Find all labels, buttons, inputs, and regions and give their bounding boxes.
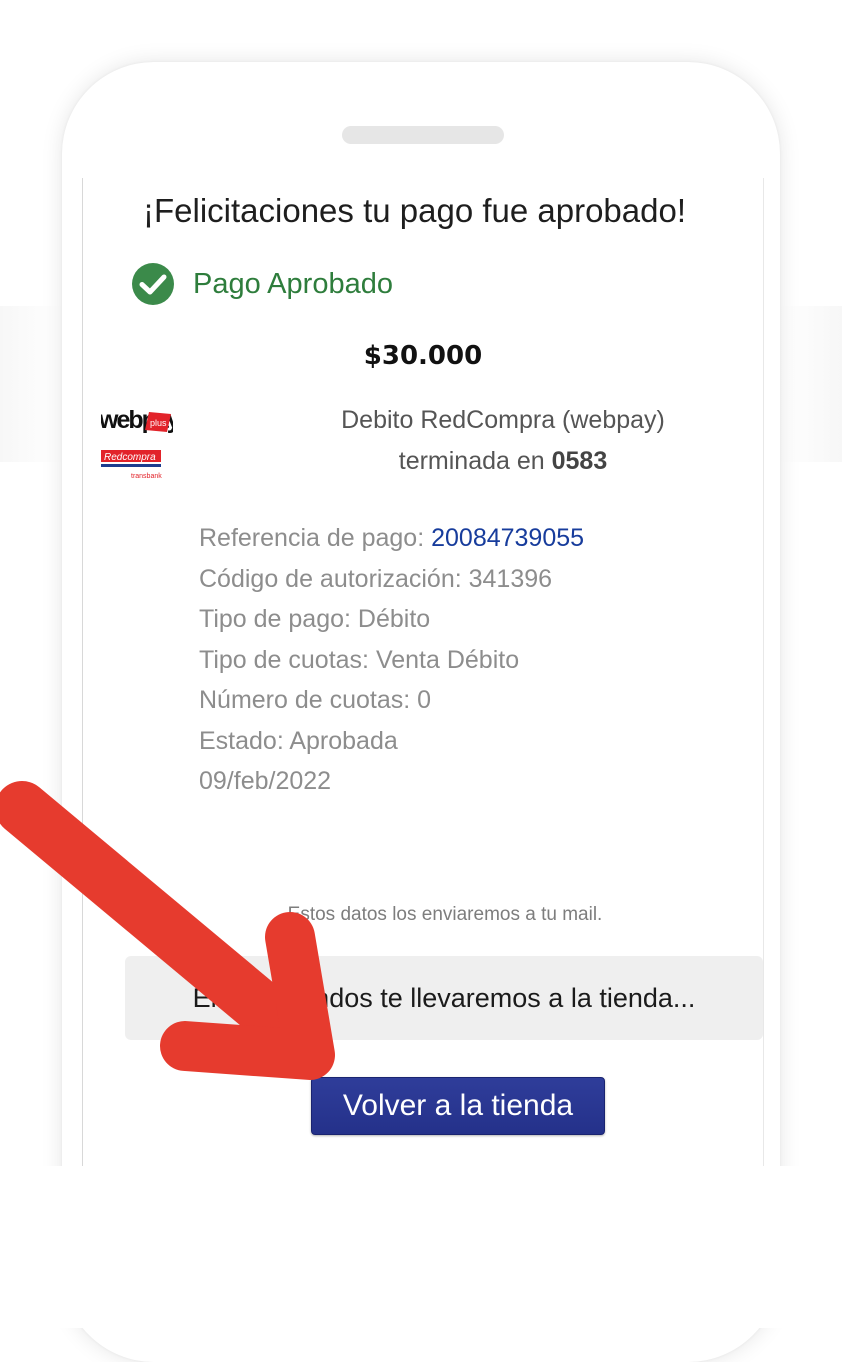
back-to-store-button[interactable]: Volver a la tienda bbox=[311, 1077, 605, 1135]
redirect-message: En 6 segundos te llevaremos a la tienda.… bbox=[125, 956, 763, 1040]
payment-state: Estado: Aprobada bbox=[199, 726, 398, 755]
payment-type: Tipo de pago: Débito bbox=[199, 605, 431, 633]
phone-speaker bbox=[342, 126, 504, 144]
card-ending-line: terminada en 0583 bbox=[263, 441, 743, 482]
logo-text-plus: plus bbox=[150, 418, 167, 428]
page-title: ¡Felicitaciones tu pago fue aprobado! bbox=[143, 192, 687, 229]
background-band-right bbox=[780, 306, 842, 462]
payment-method-name: Debito RedCompra (webpay) bbox=[341, 406, 665, 434]
payment-reference-value: 20084739055 bbox=[431, 524, 585, 552]
check-circle-icon bbox=[132, 263, 174, 305]
status-row: Pago Aprobado bbox=[131, 262, 393, 306]
installment-count: Número de cuotas: 0 bbox=[199, 686, 432, 714]
payment-confirmation-screen: ¡Felicitaciones tu pago fue aprobado! Pa… bbox=[82, 178, 764, 1168]
card-ending-prefix: terminada en bbox=[398, 447, 552, 475]
payment-method: Debito RedCompra (webpay) terminada en 0… bbox=[263, 400, 743, 482]
logo-text-transbank: transbank bbox=[131, 473, 162, 480]
background-band-left bbox=[0, 306, 62, 462]
authorization-code: Código de autorización: 341396 bbox=[199, 564, 553, 593]
installment-type: Tipo de cuotas: Venta Débito bbox=[199, 645, 520, 674]
payment-date: 09/feb/2022 bbox=[199, 767, 332, 795]
logo-text-redcompra: Redcompra bbox=[104, 452, 156, 463]
payment-amount: $30.000 bbox=[363, 341, 483, 371]
bottom-fade bbox=[0, 1166, 842, 1328]
webpay-logo: webpay plus Redcompra transbank bbox=[101, 406, 173, 480]
payment-details: Referencia de pago: 20084739055 Código d… bbox=[199, 518, 584, 802]
payment-reference: Referencia de pago: 20084739055 bbox=[199, 518, 584, 559]
status-label: Pago Aprobado bbox=[193, 267, 393, 300]
payment-reference-label: Referencia de pago: bbox=[199, 524, 432, 552]
mail-note: Estos datos los enviaremos a tu mail. bbox=[287, 904, 603, 925]
card-last-digits: 0583 bbox=[551, 447, 608, 475]
